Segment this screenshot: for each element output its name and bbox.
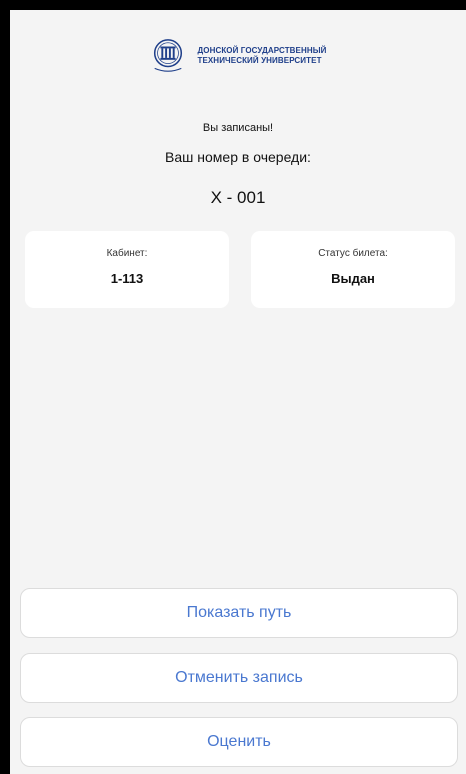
app-screen: ДОНСКОЙ ГОСУДАРСТВЕННЫЙ ТЕХНИЧЕСКИЙ УНИВ…	[10, 10, 466, 774]
rate-button[interactable]: Оценить	[20, 717, 458, 767]
queue-label: Ваш номер в очереди:	[165, 149, 311, 165]
university-name-line1: ДОНСКОЙ ГОСУДАРСТВЕННЫЙ	[197, 46, 327, 55]
status-message: Вы записаны!	[202, 122, 274, 134]
ticket-status-label: Статус билета:	[318, 248, 388, 259]
university-name: ДОНСКОЙ ГОСУДАРСТВЕННЫЙ ТЕХНИЧЕСКИЙ УНИВ…	[197, 46, 326, 66]
ticket-status-value: Выдан	[331, 271, 375, 286]
university-name-line2: ТЕХНИЧЕСКИЙ УНИВЕРСИТЕТ	[197, 56, 322, 65]
dstu-logo-icon	[154, 39, 183, 72]
cabinet-label: Кабинет:	[106, 248, 148, 259]
show-path-button[interactable]: Показать путь	[20, 588, 458, 638]
cabinet-value: 1-113	[110, 271, 144, 286]
cabinet-card: Кабинет: 1-113	[25, 231, 229, 308]
header: ДОНСКОЙ ГОСУДАРСТВЕННЫЙ ТЕХНИЧЕСКИЙ УНИВ…	[10, 37, 466, 75]
ticket-status-card: Статус билета: Выдан	[251, 231, 455, 308]
cancel-booking-button[interactable]: Отменить запись	[20, 653, 458, 703]
queue-number: X - 001	[210, 188, 266, 207]
